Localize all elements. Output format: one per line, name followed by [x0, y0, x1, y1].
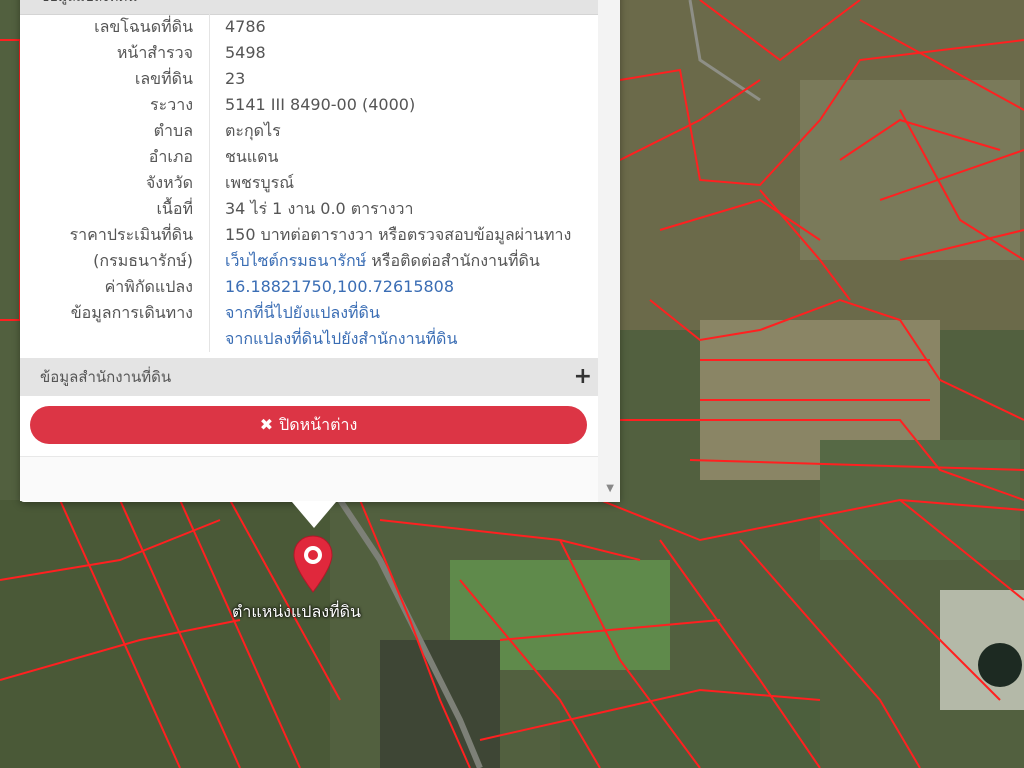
row-value: 23 — [225, 69, 246, 88]
info-row: ราคาประเมินที่ดิน 150 บาทต่อตารางวา หรือต… — [20, 222, 598, 248]
scroll-down-icon[interactable]: ▼ — [606, 483, 614, 494]
info-row: ข้อมูลการเดินทาง จากที่นี่ไปยังแปลงที่ดิน — [20, 300, 598, 326]
close-window-button[interactable]: ✖ ปิดหน้าต่าง — [30, 406, 587, 444]
popup-scrollbar[interactable]: ▼ — [598, 0, 620, 502]
marker-label: ตำแหน่งแปลงที่ดิน — [232, 602, 361, 621]
popup-header: ข้อมูลแปลงที่ดิน — [20, 0, 618, 15]
info-row: จากแปลงที่ดินไปยังสำนักงานที่ดิน — [20, 326, 598, 352]
row-key: เนื้อที่ — [20, 196, 210, 222]
info-row: หน้าสำรวจ 5498 — [20, 40, 598, 66]
row-value: 4786 — [225, 17, 266, 36]
plus-icon[interactable]: + — [574, 358, 592, 396]
info-row: อำเภอ ชนแดน — [20, 144, 598, 170]
row-value: 5141 III 8490-00 (4000) — [225, 95, 416, 114]
row-value-suffix: หรือติดต่อสำนักงานที่ดิน — [366, 251, 540, 270]
directions-to-parcel-link[interactable]: จากที่นี่ไปยังแปลงที่ดิน — [210, 300, 380, 326]
row-key: อำเภอ — [20, 144, 210, 170]
parcel-info-table: เลขโฉนดที่ดิน 4786 หน้าสำรวจ 5498 เลขที่ดิ… — [20, 14, 598, 352]
row-key — [20, 326, 210, 352]
row-key: หน้าสำรวจ — [20, 40, 210, 66]
row-value: 34 ไร่ 1 งาน 0.0 ตารางวา — [225, 199, 414, 218]
info-row: ตำบล ตะกุดไร — [20, 118, 598, 144]
row-key: เลขโฉนดที่ดิน — [20, 14, 210, 40]
info-row: (กรมธนารักษ์) เว็บไซต์กรมธนารักษ์ หรือติด… — [20, 248, 598, 274]
popup-footer — [20, 456, 598, 501]
map-pin-icon[interactable] — [292, 534, 334, 594]
times-icon: ✖ — [259, 415, 274, 434]
row-value: เว็บไซต์กรมธนารักษ์ หรือติดต่อสำนักงานที… — [210, 248, 540, 274]
row-key: ราคาประเมินที่ดิน — [20, 222, 210, 248]
close-button-label: ปิดหน้าต่าง — [279, 415, 358, 434]
row-value: 5498 — [225, 43, 266, 62]
row-key: จังหวัด — [20, 170, 210, 196]
section-label: ข้อมูลสำนักงานที่ดิน — [40, 368, 172, 386]
row-key: ระวาง — [20, 92, 210, 118]
row-key: เลขที่ดิน — [20, 66, 210, 92]
row-key: ตำบล — [20, 118, 210, 144]
row-value: 150 บาทต่อตารางวา หรือตรวจสอบข้อมูลผ่านท… — [225, 225, 572, 244]
row-value: เพชรบูรณ์ — [225, 173, 295, 192]
info-row: ระวาง 5141 III 8490-00 (4000) — [20, 92, 598, 118]
directions-to-land-office-link[interactable]: จากแปลงที่ดินไปยังสำนักงานที่ดิน — [210, 326, 457, 352]
row-value: ตะกุดไร — [225, 121, 281, 140]
row-key: (กรมธนารักษ์) — [20, 248, 210, 274]
info-row: ค่าพิกัดแปลง 16.18821750,100.72615808 — [20, 274, 598, 300]
row-key: ค่าพิกัดแปลง — [20, 274, 210, 300]
info-row: เลขที่ดิน 23 — [20, 66, 598, 92]
row-key: ข้อมูลการเดินทาง — [20, 300, 210, 326]
land-parcel-popup: ข้อมูลแปลงที่ดิน เลขโฉนดที่ดิน 4786 หน้าส… — [20, 0, 620, 502]
popup-tail — [292, 502, 336, 528]
row-value: ชนแดน — [225, 147, 279, 166]
info-row: จังหวัด เพชรบูรณ์ — [20, 170, 598, 196]
treasury-website-link[interactable]: เว็บไซต์กรมธนารักษ์ — [225, 251, 366, 270]
land-office-section-toggle[interactable]: ข้อมูลสำนักงานที่ดิน + — [20, 358, 598, 396]
info-row: เนื้อที่ 34 ไร่ 1 งาน 0.0 ตารางวา — [20, 196, 598, 222]
coordinates-link[interactable]: 16.18821750,100.72615808 — [210, 274, 454, 300]
info-row: เลขโฉนดที่ดิน 4786 — [20, 14, 598, 40]
